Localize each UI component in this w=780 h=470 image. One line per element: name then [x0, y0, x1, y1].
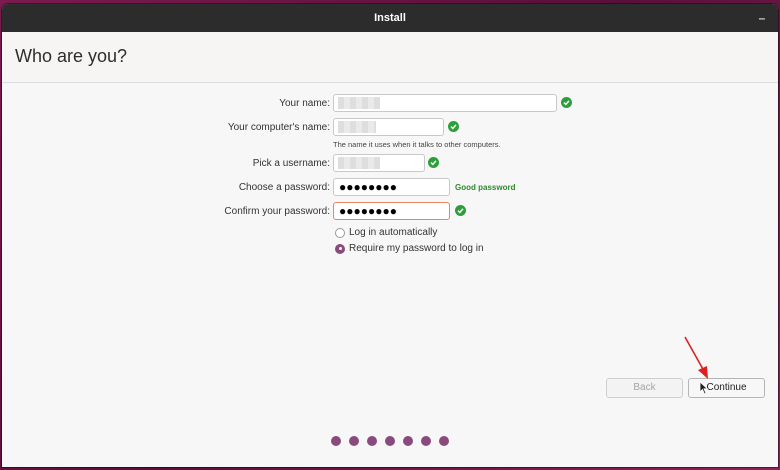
confirm-password-input[interactable]: ●●●●●●●●	[333, 202, 450, 220]
install-progress	[331, 436, 449, 446]
computer-name-label: Your computer's name:	[227, 122, 330, 133]
login-require-option[interactable]: Require my password to log in	[335, 243, 484, 254]
redacted-value	[338, 97, 380, 109]
username-input[interactable]	[333, 154, 425, 172]
username-valid-check-icon	[428, 157, 439, 168]
minimize-button[interactable]: –	[754, 4, 770, 32]
confirm-password-mask: ●●●●●●●●	[339, 204, 397, 218]
progress-dot	[403, 436, 413, 446]
progress-dot	[385, 436, 395, 446]
page-title: Who are you?	[15, 46, 128, 66]
progress-dot	[367, 436, 377, 446]
title-bar: Install –	[2, 4, 778, 32]
annotation-arrow-icon	[684, 336, 708, 379]
installer-window: Install – Who are you? Your name: Your c…	[2, 4, 778, 467]
password-input[interactable]: ●●●●●●●●	[333, 178, 450, 196]
progress-dot	[349, 436, 359, 446]
page-header: Who are you?	[2, 32, 778, 83]
computer-name-hint: The name it uses when it talks to other …	[333, 140, 501, 149]
confirm-valid-check-icon	[455, 205, 466, 216]
username-label: Pick a username:	[252, 158, 330, 169]
confirm-password-label: Confirm your password:	[224, 206, 330, 217]
redacted-value	[338, 121, 376, 133]
form-area: Your name: Your computer's name: The nam…	[2, 83, 778, 467]
name-input[interactable]	[333, 94, 557, 112]
progress-dot	[421, 436, 431, 446]
login-auto-label: Log in automatically	[349, 227, 438, 238]
back-button[interactable]: Back	[606, 378, 683, 398]
password-label: Choose a password:	[238, 182, 330, 193]
redacted-value	[338, 157, 380, 169]
name-valid-check-icon	[561, 97, 572, 108]
name-label: Your name:	[279, 98, 330, 109]
computer-name-input[interactable]	[333, 118, 444, 136]
login-auto-radio[interactable]	[335, 227, 345, 238]
mouse-cursor-icon	[699, 381, 709, 395]
login-require-label: Require my password to log in	[349, 243, 484, 254]
login-auto-option[interactable]: Log in automatically	[335, 227, 437, 238]
computer-name-valid-check-icon	[448, 121, 459, 132]
progress-dot	[439, 436, 449, 446]
login-require-radio[interactable]	[335, 243, 345, 254]
window-title: Install	[374, 12, 406, 24]
password-mask: ●●●●●●●●	[339, 180, 397, 194]
progress-dot	[331, 436, 341, 446]
password-strength: Good password	[455, 183, 516, 192]
